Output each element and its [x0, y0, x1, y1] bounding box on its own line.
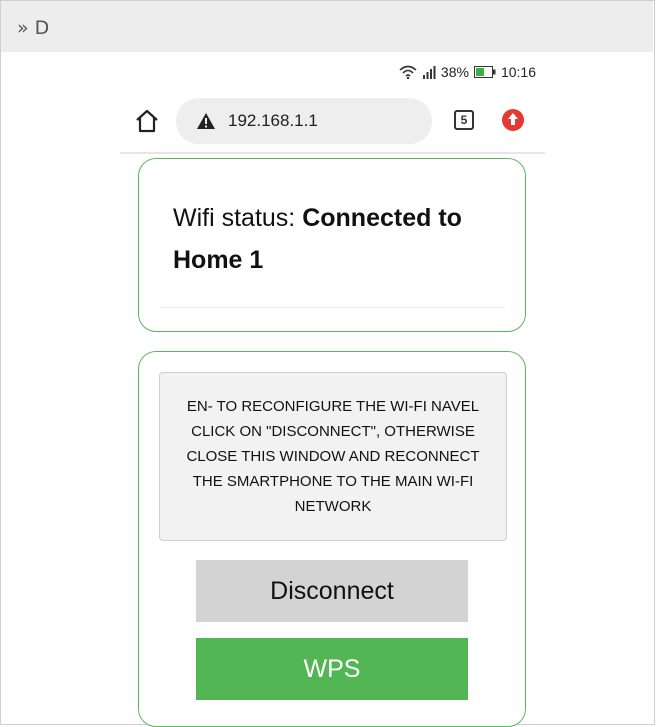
wifi-status-card: Wifi status: Connected to Home 1 [138, 158, 526, 332]
phone-status-bar: 38% 10:16 [120, 62, 540, 86]
disconnect-button[interactable]: Disconnect [196, 560, 468, 622]
window-title: » D [17, 17, 50, 39]
action-card: EN- TO RECONFIGURE THE WI-FI NAVEL CLICK… [138, 351, 526, 727]
divider [159, 307, 505, 308]
browser-toolbar: 192.168.1.1 5 [120, 92, 545, 154]
window-titlebar: » D [1, 1, 653, 52]
wps-button[interactable]: WPS [196, 638, 468, 700]
instructions-box: EN- TO RECONFIGURE THE WI-FI NAVEL CLICK… [159, 372, 507, 541]
address-bar[interactable]: 192.168.1.1 [176, 98, 432, 144]
battery-icon [473, 66, 496, 78]
clock: 10:16 [500, 64, 536, 80]
tabs-icon[interactable]: 5 [454, 110, 474, 130]
home-icon[interactable] [134, 108, 160, 134]
wifi-status-text: Wifi status: Connected to Home 1 [173, 197, 513, 281]
warning-icon[interactable] [196, 112, 216, 135]
wifi-icon [399, 65, 417, 79]
signal-icon [422, 65, 436, 79]
wifi-status-label: Wifi status: [173, 204, 296, 232]
battery-percent: 38% [440, 64, 469, 80]
update-icon[interactable] [501, 108, 525, 137]
status-indicators: 38% 10:16 [399, 64, 536, 80]
instructions-text: EN- TO RECONFIGURE THE WI-FI NAVEL CLICK… [186, 398, 480, 515]
url-text[interactable]: 192.168.1.1 [228, 111, 318, 131]
